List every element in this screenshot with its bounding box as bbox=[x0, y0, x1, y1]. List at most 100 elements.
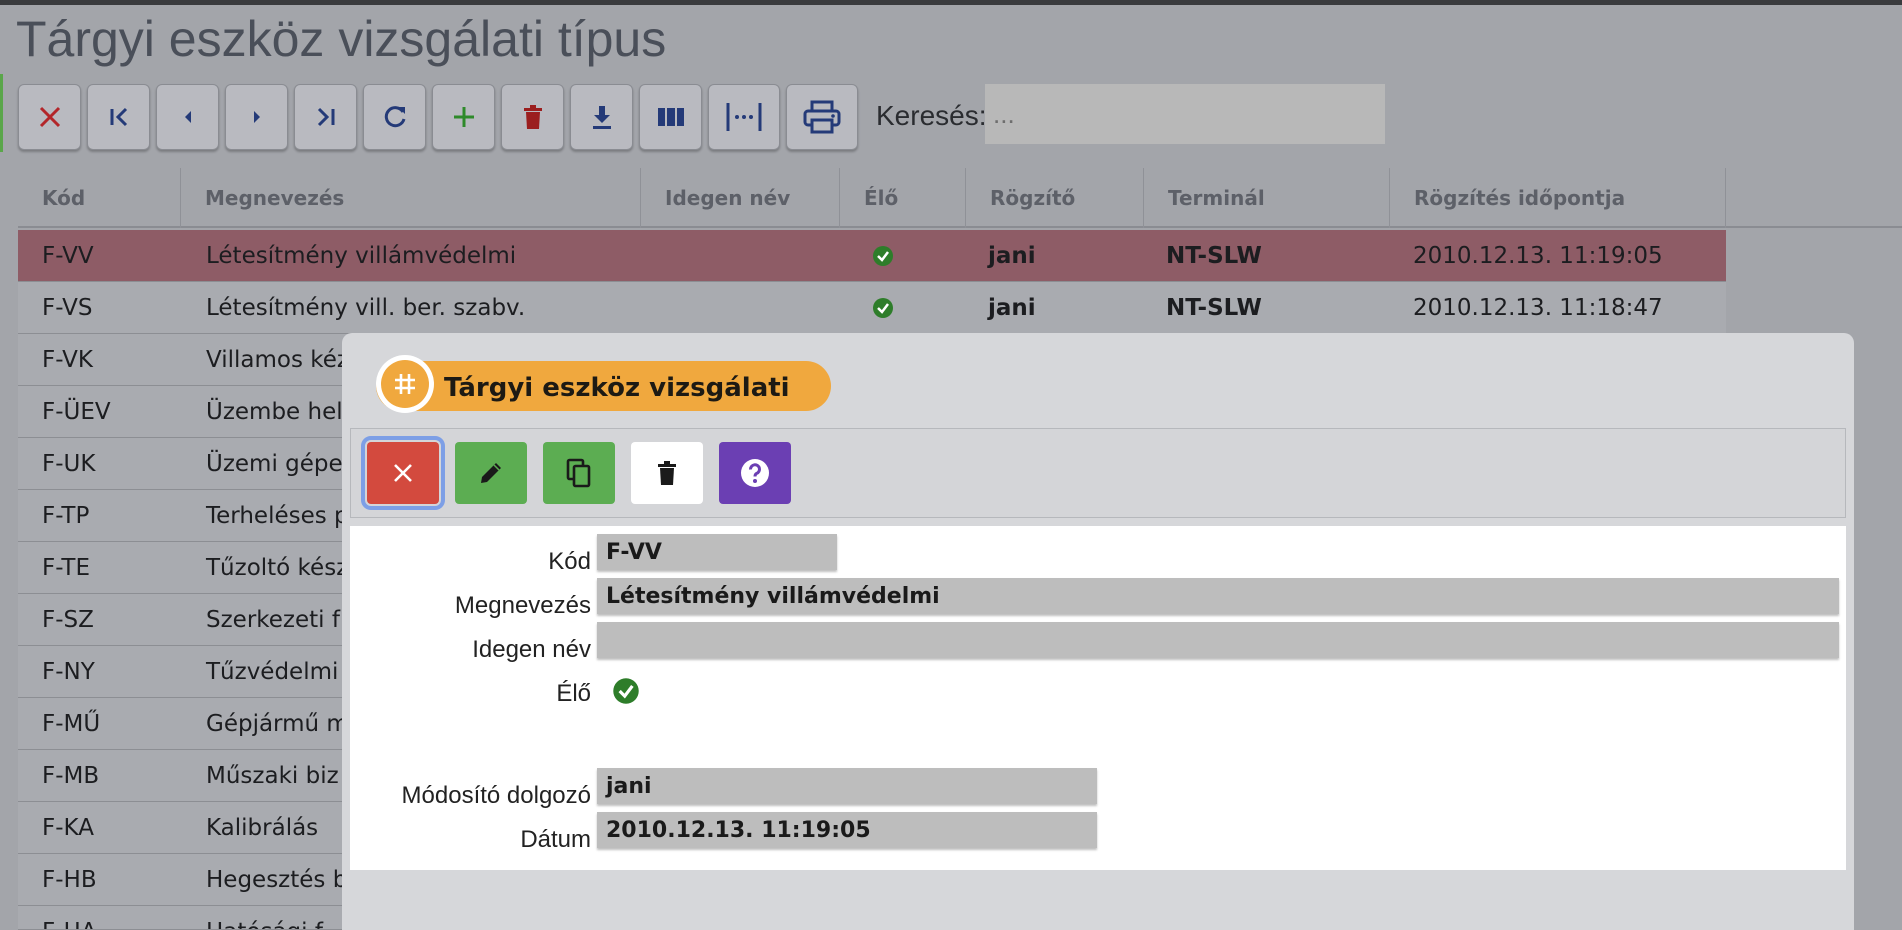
columns-button[interactable] bbox=[639, 84, 702, 150]
last-record-button[interactable] bbox=[294, 84, 357, 150]
dialog-close-button[interactable] bbox=[361, 436, 445, 510]
cell-elo bbox=[872, 230, 894, 282]
grid-header: Kód Megnevezés Idegen név Élő Rögzítő Te… bbox=[18, 168, 1902, 228]
cell-idopont: 2010.12.13. 11:18:47 bbox=[1413, 295, 1663, 321]
cell-megnevezes: Terheléses p bbox=[206, 503, 349, 529]
close-button[interactable] bbox=[18, 84, 81, 150]
cell-kod: F-ÜEV bbox=[42, 399, 111, 425]
cell-terminal: NT-SLW bbox=[1166, 243, 1262, 269]
idegen-nev-field[interactable] bbox=[597, 622, 1839, 658]
header-megnevezes[interactable]: Megnevezés bbox=[181, 168, 641, 228]
main-toolbar bbox=[18, 84, 864, 152]
cell-terminal: NT-SLW bbox=[1166, 295, 1262, 321]
cell-megnevezes: Hegesztés b bbox=[206, 867, 348, 893]
next-icon bbox=[253, 111, 260, 123]
cell-megnevezes: Tűzvédelmi bbox=[206, 659, 339, 685]
data-grid: Kód Megnevezés Idegen név Élő Rögzítő Te… bbox=[18, 168, 1902, 930]
cell-kod: F-VK bbox=[42, 347, 93, 373]
modosito-label: Módosító dolgozó bbox=[401, 782, 591, 809]
dialog-toolbar bbox=[350, 428, 1846, 518]
table-row[interactable]: F-VS Létesítmény vill. ber. szabv. jani … bbox=[18, 282, 1726, 334]
help-icon bbox=[741, 459, 769, 487]
header-kod[interactable]: Kód bbox=[18, 168, 181, 228]
help-button[interactable] bbox=[719, 442, 791, 504]
export-button[interactable] bbox=[570, 84, 633, 150]
page-title: Tárgyi eszköz vizsgálati típus bbox=[16, 11, 667, 67]
header-elo[interactable]: Élő bbox=[840, 168, 966, 228]
cell-megnevezes: Üzemi gépe bbox=[206, 451, 343, 477]
previous-record-button[interactable] bbox=[156, 84, 219, 150]
column-width-icon bbox=[726, 103, 762, 131]
cell-kod: F-SZ bbox=[42, 607, 94, 633]
cell-megnevezes: Villamos kéz bbox=[206, 347, 349, 373]
dialog-title: Tárgyi eszköz vizsgálati bbox=[444, 373, 790, 403]
edit-button[interactable] bbox=[455, 442, 527, 504]
search-label: Keresés: bbox=[876, 100, 987, 131]
close-icon bbox=[394, 464, 412, 482]
cell-megnevezes: Létesítmény villámvédelmi bbox=[206, 243, 517, 269]
cell-kod: F-VS bbox=[42, 295, 93, 321]
column-width-button[interactable] bbox=[708, 84, 780, 150]
elo-label: Élő bbox=[556, 680, 591, 707]
refresh-button[interactable] bbox=[363, 84, 426, 150]
table-row[interactable]: F-VV Létesítmény villámvédelmi jani NT-S… bbox=[18, 230, 1726, 282]
elo-check-icon[interactable] bbox=[612, 677, 640, 705]
detail-dialog: Tárgyi eszköz vizsgálati Kód F-VV Megnev… bbox=[342, 333, 1854, 930]
check-circle-icon bbox=[873, 246, 893, 266]
header-rogzites-idopontja[interactable]: Rögzítés időpontja bbox=[1390, 168, 1726, 228]
cell-rogzito: jani bbox=[988, 295, 1036, 321]
cell-megnevezes: Tűzoltó kész bbox=[206, 555, 349, 581]
print-icon bbox=[803, 100, 841, 134]
next-record-button[interactable] bbox=[225, 84, 288, 150]
cell-megnevezes: Műszaki biz bbox=[206, 763, 339, 789]
cell-megnevezes: Hatósági f bbox=[206, 906, 323, 929]
cell-kod: F-HB bbox=[42, 867, 97, 893]
delete-button[interactable] bbox=[501, 84, 564, 150]
trash-icon bbox=[658, 461, 676, 485]
cell-rogzito: jani bbox=[988, 243, 1036, 269]
modosito-field[interactable]: jani bbox=[597, 768, 1097, 804]
header-idegen-nev[interactable]: Idegen név bbox=[641, 168, 840, 228]
columns-icon bbox=[657, 108, 684, 126]
cell-megnevezes: Kalibrálás bbox=[206, 815, 319, 841]
window-top-border bbox=[0, 0, 1902, 5]
cell-megnevezes: Üzembe hel bbox=[206, 399, 343, 425]
cell-kod: F-TE bbox=[42, 555, 90, 581]
badge-circle bbox=[376, 355, 434, 413]
cell-kod: F-MB bbox=[42, 763, 100, 789]
idegen-nev-label: Idegen név bbox=[472, 636, 591, 663]
datum-label: Dátum bbox=[520, 826, 591, 853]
cell-kod: F-NY bbox=[42, 659, 95, 685]
add-button[interactable] bbox=[432, 84, 495, 150]
cell-elo bbox=[872, 282, 894, 334]
cell-megnevezes: Gépjármű m bbox=[206, 711, 349, 737]
cell-megnevezes: Létesítmény vill. ber. szabv. bbox=[206, 295, 526, 321]
dialog-delete-button[interactable] bbox=[631, 442, 703, 504]
close-icon bbox=[39, 106, 60, 128]
pencil-icon bbox=[481, 463, 501, 483]
header-rogzito[interactable]: Rögzítő bbox=[966, 168, 1144, 228]
cell-kod: F-VV bbox=[42, 243, 94, 269]
search-input[interactable] bbox=[985, 84, 1385, 144]
datum-field[interactable]: 2010.12.13. 11:19:05 bbox=[597, 812, 1097, 848]
cell-idopont: 2010.12.13. 11:19:05 bbox=[1413, 243, 1663, 269]
last-page-icon bbox=[317, 107, 334, 127]
cell-kod: F-TP bbox=[42, 503, 90, 529]
left-accent-bar bbox=[0, 74, 3, 152]
first-page-icon bbox=[110, 107, 127, 127]
copy-button[interactable] bbox=[543, 442, 615, 504]
kod-field[interactable]: F-VV bbox=[597, 534, 837, 570]
megnevezes-field[interactable]: Létesítmény villámvédelmi bbox=[597, 578, 1839, 614]
previous-icon bbox=[184, 111, 191, 123]
refresh-icon bbox=[384, 106, 405, 128]
cell-kod: F-HA bbox=[42, 906, 97, 929]
add-icon bbox=[453, 107, 474, 127]
megnevezes-label: Megnevezés bbox=[454, 592, 591, 619]
download-icon bbox=[592, 106, 611, 129]
cell-megnevezes: Szerkezeti f bbox=[206, 607, 340, 633]
check-circle-icon bbox=[873, 298, 893, 318]
print-button[interactable] bbox=[786, 84, 858, 150]
header-terminal[interactable]: Terminál bbox=[1144, 168, 1390, 228]
first-record-button[interactable] bbox=[87, 84, 150, 150]
trash-icon bbox=[523, 105, 542, 129]
